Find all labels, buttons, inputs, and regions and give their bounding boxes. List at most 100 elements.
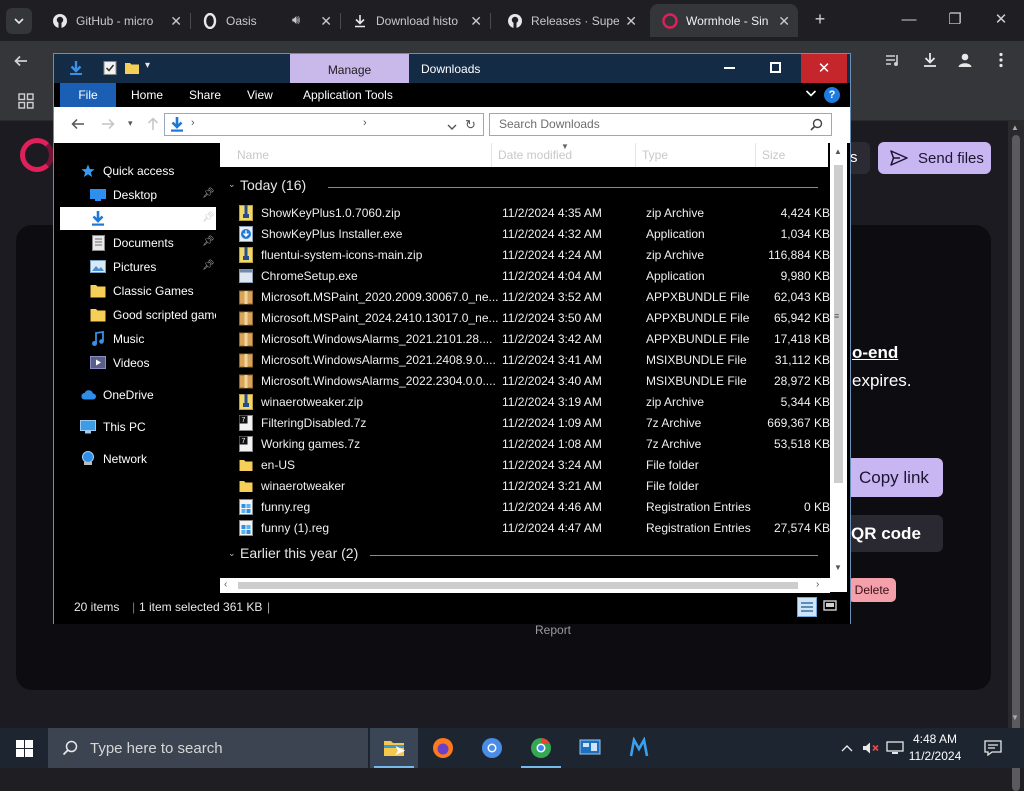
scroll-thumb[interactable] (1012, 135, 1020, 791)
file-row[interactable]: Microsoft.MSPaint_2020.2009.30067.0_ne..… (232, 287, 832, 308)
scroll-thumb[interactable] (238, 582, 798, 589)
explorer-title-bar[interactable]: ▾ Manage Downloads ✕ (54, 54, 850, 83)
media-control-button[interactable] (880, 50, 906, 76)
delete-button[interactable]: Delete (848, 578, 896, 602)
refresh-icon[interactable]: ↻ (465, 117, 476, 133)
nav-music[interactable]: Music (60, 327, 216, 350)
qr-code-button[interactable]: QR code (845, 515, 943, 552)
search-icon[interactable] (810, 118, 823, 131)
customize-qat-icon[interactable]: ▾ (145, 60, 150, 71)
explorer-minimize-button[interactable] (706, 54, 752, 83)
notifications-button[interactable] (978, 728, 1008, 768)
file-row[interactable]: Microsoft.MSPaint_2024.2410.13017.0_ne..… (232, 308, 832, 329)
tab-download-history[interactable]: Download histo ✕ (340, 4, 490, 37)
nav-network[interactable]: Network (60, 447, 216, 470)
new-folder-icon[interactable] (124, 60, 140, 76)
taskbar-firefox[interactable] (419, 728, 467, 768)
file-row[interactable]: ShowKeyPlus1.0.7060.zip 11/2/2024 4:35 AM… (232, 203, 832, 224)
nav-downloads[interactable]: Downloads 📌︎ (60, 207, 216, 230)
close-icon[interactable]: ✕ (170, 13, 182, 30)
taskbar-chrome[interactable] (517, 728, 565, 768)
pin-icon[interactable]: 📌︎ (202, 260, 215, 271)
file-row[interactable]: Microsoft.WindowsAlarms_2021.2101.28....… (232, 329, 832, 350)
column-divider[interactable] (755, 143, 756, 167)
ribbon-tab-home[interactable]: Home (131, 83, 163, 107)
file-row[interactable]: Microsoft.WindowsAlarms_2022.2304.0.0...… (232, 371, 832, 392)
show-hidden-icons[interactable] (838, 728, 856, 768)
manage-context-tab[interactable]: Manage (290, 54, 409, 83)
wormhole-logo[interactable] (20, 138, 54, 172)
taskbar-chromium[interactable] (468, 728, 516, 768)
scroll-up-icon[interactable]: ▲ (834, 147, 842, 156)
file-row[interactable]: funny.reg 11/2/2024 4:46 AM Registration E… (232, 497, 832, 518)
address-dropdown-icon[interactable] (447, 120, 457, 134)
search-input[interactable]: Search Downloads (489, 113, 832, 136)
nav-good-scripted-games[interactable]: Good scripted game (60, 303, 216, 326)
ribbon-tab-application-tools[interactable]: Application Tools (303, 83, 393, 107)
page-scrollbar[interactable]: ▲ ▼ (1008, 121, 1024, 791)
scroll-down-icon[interactable]: ▼ (1011, 713, 1019, 722)
nav-videos[interactable]: Videos (60, 351, 216, 374)
volume-muted-button[interactable] (860, 728, 882, 768)
file-row[interactable]: ShowKeyPlus Installer.exe 11/2/2024 4:32 … (232, 224, 832, 245)
breadcrumb-chevron-icon[interactable]: › (191, 117, 195, 129)
report-link[interactable]: Report (535, 623, 571, 637)
tab-search-button[interactable] (6, 8, 32, 34)
file-row[interactable]: funny (1).reg 11/2/2024 4:47 AM Registrati… (232, 518, 832, 539)
tab-oasis[interactable]: Oasis 🔊︎ ✕ (190, 4, 340, 37)
new-tab-button[interactable]: + (810, 9, 830, 31)
recent-locations-icon[interactable]: ▾ (128, 118, 133, 129)
back-arrow-icon[interactable] (71, 117, 85, 134)
nav-this-pc[interactable]: This PC (60, 415, 216, 438)
taskbar-app[interactable] (615, 728, 663, 768)
tab-wormhole[interactable]: Wormhole - Sin ✕ (650, 4, 798, 37)
nav-onedrive[interactable]: OneDrive (60, 383, 216, 406)
send-files-button[interactable]: Send files (878, 142, 991, 174)
details-view-button[interactable] (797, 597, 817, 617)
scroll-right-icon[interactable]: › (816, 579, 819, 590)
column-header-size[interactable]: Size (762, 148, 785, 162)
pin-icon[interactable]: 📌︎ (202, 212, 215, 223)
file-row[interactable]: winaerotweaker 11/2/2024 3:21 AM File fold… (232, 476, 832, 497)
tab-releases[interactable]: Releases · Supe ✕ (495, 4, 645, 37)
column-header-name[interactable]: Name (237, 148, 269, 162)
large-icons-view-button[interactable] (821, 597, 841, 617)
expand-ribbon-icon[interactable] (805, 87, 817, 102)
ribbon-tab-share[interactable]: Share (189, 83, 221, 107)
up-arrow-icon[interactable] (146, 117, 160, 134)
forward-arrow-icon[interactable] (101, 117, 115, 134)
scroll-up-icon[interactable]: ▲ (1011, 123, 1019, 132)
menu-button[interactable] (988, 50, 1014, 76)
file-row[interactable]: winaerotweaker.zip 11/2/2024 3:19 AM zip A… (232, 392, 832, 413)
column-divider[interactable] (491, 143, 492, 167)
pin-icon[interactable]: 📌︎ (202, 236, 215, 247)
help-icon[interactable]: ? (824, 87, 840, 103)
ribbon-tab-view[interactable]: View (247, 83, 273, 107)
close-icon[interactable]: ✕ (778, 13, 790, 30)
scroll-down-icon[interactable]: ▼ (834, 563, 842, 572)
nav-classic-games[interactable]: Classic Games (60, 279, 216, 302)
taskbar-file-explorer[interactable]: ➤ (370, 728, 418, 768)
file-row[interactable]: 7 Working games.7z 11/2/2024 1:08 AM 7z Arc… (232, 434, 832, 455)
file-row[interactable]: en-US 11/2/2024 3:24 AM File folder (232, 455, 832, 476)
back-button[interactable] (8, 50, 34, 76)
file-row[interactable]: 7 FilteringDisabled.7z 11/2/2024 1:09 AM 7z… (232, 413, 832, 434)
breadcrumb-chevron-icon[interactable]: › (363, 117, 367, 129)
column-header-type[interactable]: Type (642, 148, 668, 162)
scroll-thumb[interactable] (834, 165, 843, 483)
tab-github[interactable]: GitHub - micro ✕ (40, 4, 190, 37)
taskbar-search-box[interactable]: Type here to search (48, 728, 368, 768)
close-window-button[interactable]: ✕ (978, 6, 1024, 34)
close-icon[interactable]: ✕ (625, 13, 637, 30)
taskbar-clock[interactable]: 4:48 AM 11/2/2024 (905, 731, 965, 765)
collapse-group-icon[interactable]: ⌄ (228, 548, 236, 559)
downloads-button[interactable] (917, 50, 943, 76)
file-row[interactable]: Microsoft.WindowsAlarms_2021.2408.9.0...… (232, 350, 832, 371)
nav-quick-access[interactable]: Quick access (60, 159, 216, 182)
e2e-text[interactable]: o-end (852, 343, 898, 363)
speaker-icon[interactable]: 🔊︎ (292, 12, 300, 28)
file-row[interactable]: ChromeSetup.exe 11/2/2024 4:04 AM Applicat… (232, 266, 832, 287)
start-button[interactable] (0, 728, 48, 768)
properties-icon[interactable] (102, 60, 118, 76)
close-icon[interactable]: ✕ (320, 13, 332, 30)
